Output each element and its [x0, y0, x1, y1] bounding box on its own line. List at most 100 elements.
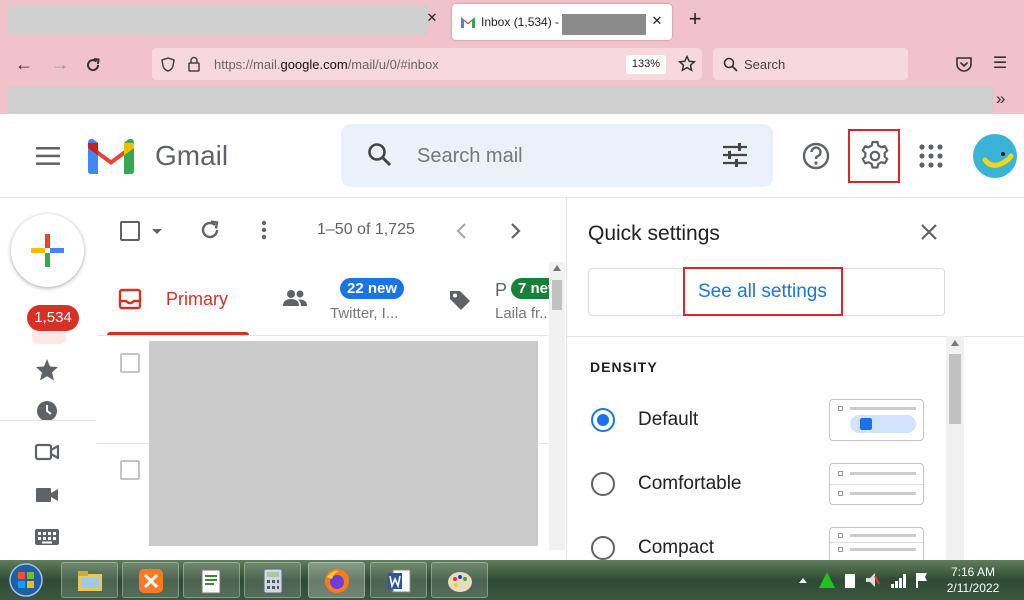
tray-signal-bars-icon[interactable] — [890, 570, 908, 590]
active-tab-title: Inbox (1,534) - — [481, 15, 560, 29]
tabs-divider — [97, 335, 548, 336]
density-comfortable-radio[interactable] — [591, 472, 615, 496]
density-default-label[interactable]: Default — [638, 409, 698, 431]
taskbar-calculator[interactable] — [244, 562, 301, 598]
snoozed-clock-icon[interactable] — [34, 398, 60, 420]
tray-network-triangle-icon[interactable] — [818, 570, 836, 590]
scroll-up-arrow-icon[interactable] — [951, 340, 959, 346]
select-dropdown-caret-icon[interactable] — [147, 221, 167, 241]
select-all-checkbox[interactable] — [120, 221, 140, 241]
url-prefix: https://mail. — [214, 57, 281, 72]
preview-attachment-chip — [850, 415, 916, 433]
url-text[interactable]: https://mail.google.com/mail/u/0/#inbox — [214, 57, 439, 72]
system-clock[interactable]: 7:16 AM 2/11/2022 — [940, 564, 1006, 596]
browser-tabstrip: ✕ Inbox (1,534) - ✕ + — [0, 0, 1024, 44]
settings-gear-icon[interactable] — [855, 136, 895, 176]
taskbar-firefox[interactable] — [308, 562, 365, 598]
new-tab-plus-icon[interactable]: + — [684, 8, 706, 30]
taskbar-word[interactable] — [370, 562, 427, 598]
pocket-icon[interactable] — [955, 56, 973, 73]
tab-primary[interactable]: Primary — [166, 289, 228, 310]
tray-battery-icon[interactable] — [842, 570, 858, 590]
social-people-icon[interactable] — [282, 288, 308, 310]
previous-page-chevron-icon[interactable] — [450, 219, 474, 243]
lock-icon[interactable] — [188, 56, 200, 72]
tab-promotions-label[interactable]: P — [495, 280, 507, 301]
close-tab-icon[interactable]: ✕ — [649, 13, 665, 29]
redacted-tab[interactable] — [8, 5, 428, 35]
clock-glyph — [37, 401, 57, 420]
mail-search-box[interactable]: Search mail — [341, 124, 773, 187]
hamburger-menu-icon[interactable]: ☰ — [988, 52, 1012, 76]
taskbar-explorer[interactable] — [61, 562, 118, 598]
density-comfortable-label[interactable]: Comfortable — [638, 473, 742, 495]
next-page-chevron-icon[interactable] — [503, 219, 527, 243]
density-default-preview[interactable] — [829, 399, 924, 441]
compose-button[interactable] — [11, 214, 84, 287]
preview-checkbox — [838, 547, 843, 552]
search-icon[interactable] — [367, 142, 393, 168]
zoom-level-badge[interactable]: 133% — [626, 55, 666, 74]
mail-list-scrollbar[interactable] — [549, 262, 565, 550]
redacted-title — [562, 14, 646, 35]
active-tab[interactable]: Inbox (1,534) - ✕ — [452, 4, 672, 40]
primary-inbox-icon[interactable] — [118, 288, 142, 310]
url-bar[interactable]: https://mail.google.com/mail/u/0/#inbox … — [152, 48, 702, 80]
mail-search-placeholder: Search mail — [417, 145, 523, 167]
url-host: google.com — [280, 57, 348, 72]
browser-search-bar[interactable]: Search — [713, 48, 908, 80]
bookmarks-bar: » — [0, 86, 1024, 114]
bookmark-star-icon[interactable] — [678, 55, 696, 73]
search-options-tune-icon[interactable] — [722, 143, 748, 167]
tray-expand-arrow-icon[interactable] — [798, 576, 808, 584]
preview-checkbox — [838, 406, 843, 411]
quick-settings-scroll-thumb[interactable] — [949, 354, 961, 424]
bookmarks-overflow-chevron-icon[interactable]: » — [996, 89, 1005, 109]
shield-icon[interactable] — [161, 57, 175, 72]
tray-volume-icon[interactable] — [864, 570, 880, 590]
taskbar-paint[interactable] — [431, 562, 488, 598]
density-compact-preview[interactable] — [829, 527, 924, 560]
folder-icon — [78, 571, 102, 591]
preview-checkbox — [838, 471, 843, 476]
keyboard-icon[interactable] — [34, 524, 60, 550]
taskbar-xampp[interactable] — [122, 562, 179, 598]
density-compact-label[interactable]: Compact — [638, 537, 714, 559]
density-compact-radio[interactable] — [591, 536, 615, 560]
starred-icon[interactable] — [34, 357, 60, 383]
help-icon[interactable] — [796, 136, 836, 176]
preview-line — [850, 472, 916, 475]
close-tab-icon[interactable]: ✕ — [424, 10, 440, 26]
firefox-icon — [325, 569, 349, 593]
account-avatar[interactable] — [973, 134, 1017, 178]
gmail-wordmark: Gmail — [155, 140, 229, 171]
promotions-tag-icon[interactable] — [448, 288, 472, 312]
rail-divider — [0, 420, 96, 421]
doc-icon — [860, 418, 872, 430]
back-arrow-icon[interactable]: ← — [12, 52, 36, 76]
taskbar-notepadpp[interactable] — [183, 562, 240, 598]
row-checkbox[interactable] — [120, 353, 140, 373]
row-checkbox[interactable] — [120, 460, 140, 480]
refresh-icon[interactable] — [198, 218, 222, 242]
mail-list-scroll-thumb[interactable] — [552, 280, 562, 310]
start-orb-icon[interactable] — [6, 562, 46, 598]
reload-icon[interactable] — [84, 56, 102, 74]
clock-date: 2/11/2022 — [946, 581, 1000, 595]
see-all-settings-label[interactable]: See all settings — [698, 281, 827, 303]
meet-video-icon[interactable] — [34, 439, 60, 465]
main-menu-icon[interactable] — [36, 146, 60, 166]
forward-arrow-icon[interactable]: → — [48, 52, 72, 76]
tab-promotions-senders[interactable]: Laila fr... — [495, 305, 548, 322]
meet-join-video-icon[interactable] — [34, 482, 60, 508]
scroll-up-arrow-icon[interactable] — [553, 265, 561, 271]
quick-settings-scrollbar[interactable] — [946, 336, 964, 560]
tab-social-senders[interactable]: Twitter, I... — [330, 305, 408, 322]
gmail-logo-icon[interactable] — [86, 136, 136, 176]
close-icon[interactable] — [919, 222, 939, 242]
google-apps-grid-icon[interactable] — [911, 136, 951, 176]
tray-action-center-flag-icon[interactable] — [914, 570, 930, 590]
density-default-radio[interactable] — [591, 408, 615, 432]
density-comfortable-preview[interactable] — [829, 463, 924, 505]
more-vertical-icon[interactable] — [252, 218, 276, 242]
